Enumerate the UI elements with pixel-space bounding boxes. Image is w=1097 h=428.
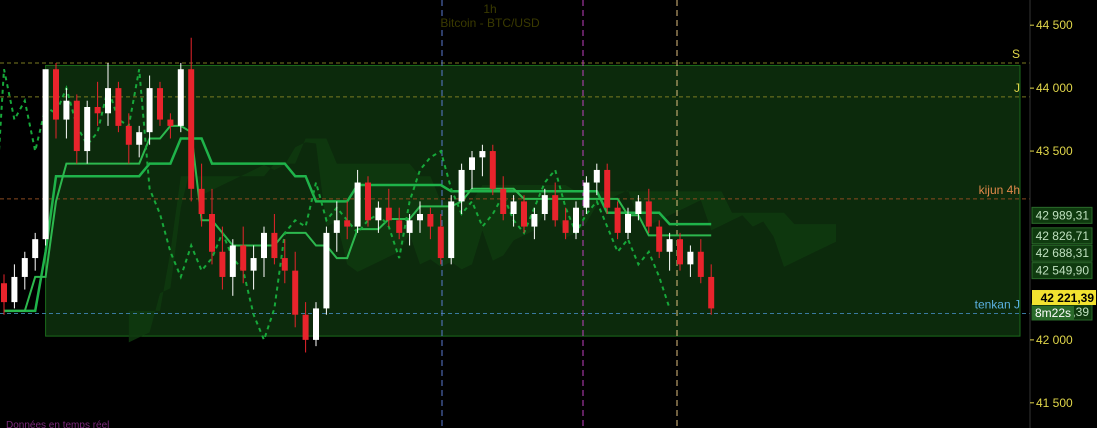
candle-body (125, 125, 132, 145)
candle-body (500, 188, 507, 214)
candle-body (375, 207, 382, 221)
timeframe-label: 1h (483, 2, 496, 16)
instrument-title: Bitcoin - BTC/USD (440, 16, 540, 30)
candle-body (677, 239, 683, 265)
candle-body (645, 201, 652, 227)
level-price-label: 42 688,31 (1036, 246, 1090, 260)
candle-body (157, 88, 163, 120)
candle-body (427, 214, 434, 227)
candle-body (84, 107, 91, 152)
realtime-footer: Données en temps réel (6, 420, 109, 428)
candle-body (32, 239, 39, 259)
candle-body (552, 195, 559, 221)
candle-body (469, 157, 475, 170)
candle-body (521, 201, 527, 227)
candle-body (531, 214, 538, 227)
candle-body (448, 201, 455, 259)
candle-body (21, 258, 28, 277)
candle-body (177, 69, 184, 126)
candle-body (1, 283, 7, 303)
candle-body (63, 100, 70, 120)
candle-body (562, 220, 569, 233)
level-label: S (1012, 47, 1020, 61)
axis-tick-label: 44 500 (1036, 18, 1073, 32)
candle-body (73, 100, 80, 152)
candle-body (541, 195, 548, 214)
level-label: J (1014, 81, 1020, 95)
candle-body (209, 214, 215, 252)
axis-tick-label: 43 500 (1036, 144, 1073, 158)
candle-body (281, 258, 288, 271)
candle-body (198, 188, 205, 214)
candle-body (11, 276, 18, 303)
axis-tick-label: 44 000 (1036, 81, 1073, 95)
candle-body (417, 214, 423, 221)
candle-body (229, 245, 236, 277)
candle-body (365, 182, 371, 221)
candle-body (240, 245, 247, 271)
candle-body (271, 232, 278, 259)
level-label: kijun 4h (979, 183, 1020, 197)
candle-body (354, 182, 361, 227)
level-price-label: 42 989,31 (1036, 208, 1090, 222)
candle-body (146, 88, 153, 133)
candle-body (687, 251, 694, 265)
candle-body (42, 69, 49, 240)
candle-body (625, 214, 631, 233)
candle-body (479, 151, 486, 158)
candle-body (614, 207, 621, 233)
level-label: tenkan J (975, 297, 1020, 311)
price-labels: 42 989,31 42 826,71 42 688,31 42 549,90 42 2… (1031, 206, 1096, 321)
candle-body (604, 169, 611, 208)
candle-body (396, 220, 403, 233)
candle-body (458, 169, 465, 202)
candle-body (105, 88, 111, 114)
candle-body (115, 88, 122, 126)
price-chart[interactable]: S Jkijun 4h tenkan J 44 500 44 000 43 500 42 … (0, 0, 1097, 428)
last-price-label: 42 221,39 (1041, 291, 1095, 305)
candle-body (344, 220, 351, 227)
candle-body (510, 201, 517, 214)
candle-body (697, 251, 704, 277)
candle-body (323, 232, 330, 309)
level-price-label: 42 549,90 (1036, 264, 1090, 278)
level-price-label: 42 826,71 (1036, 229, 1090, 243)
axis-tick-label: 41 500 (1036, 396, 1073, 410)
candle-body (437, 226, 444, 259)
candle-body (292, 270, 299, 315)
candle-body (167, 119, 174, 126)
candle-body (573, 207, 579, 233)
candle-body (593, 169, 600, 183)
candle-body (635, 201, 642, 214)
candle-body (406, 220, 413, 233)
candle-body (136, 132, 143, 145)
candle-body (302, 314, 309, 340)
candle-body (261, 232, 267, 259)
axis-tick-label: 42 000 (1036, 333, 1073, 347)
candle-body (333, 220, 340, 233)
countdown-label: 8m22s (1035, 306, 1071, 320)
candle-body (219, 251, 226, 277)
candle-body (583, 182, 590, 208)
candle-body (188, 69, 195, 189)
candle-body (708, 276, 715, 309)
candle-body (313, 308, 319, 340)
candle-body (385, 207, 392, 221)
candle-body (250, 258, 257, 271)
candle-body (666, 239, 673, 252)
candle-body (489, 151, 496, 189)
candle-body (656, 226, 663, 252)
candle-body (94, 107, 101, 114)
candle-body (53, 69, 59, 120)
